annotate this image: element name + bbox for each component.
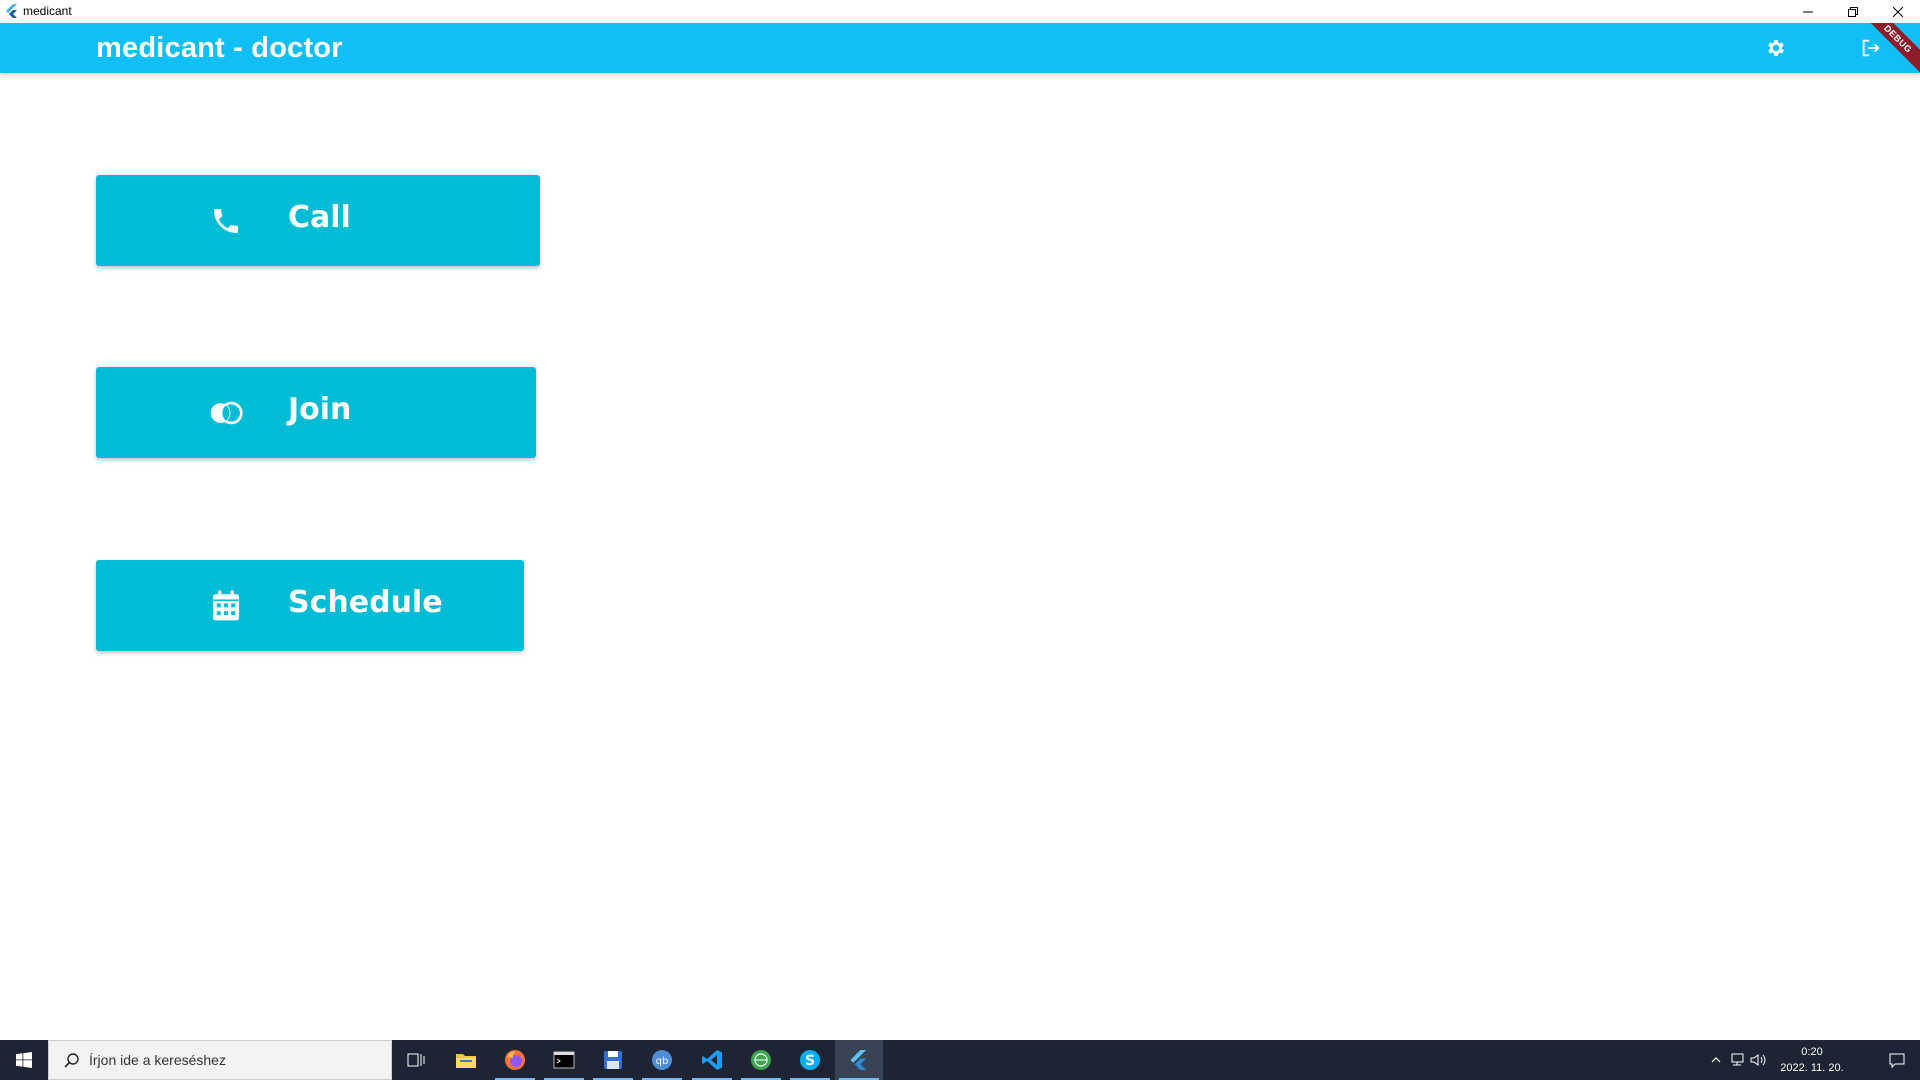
call-button-label: Call <box>288 200 351 235</box>
windows-icon <box>16 1052 32 1068</box>
join-icon <box>208 395 244 431</box>
call-button[interactable]: Call <box>96 175 540 266</box>
schedule-button[interactable]: Schedule <box>96 560 524 651</box>
flutter-icon <box>850 1050 867 1070</box>
logout-icon <box>1862 39 1880 57</box>
taskbar-file-explorer[interactable] <box>442 1040 490 1080</box>
search-icon <box>64 1053 79 1068</box>
gear-icon <box>1768 39 1784 57</box>
taskbar-clock[interactable]: 0:20 2022. 11. 20. <box>1772 1044 1852 1076</box>
floppy-icon <box>604 1051 622 1069</box>
clock-time: 0:20 <box>1801 1046 1823 1058</box>
join-button-label: Join <box>288 392 352 427</box>
svg-text:qb: qb <box>656 1056 669 1067</box>
network-tray-button[interactable] <box>1728 1051 1746 1069</box>
speaker-icon <box>1750 1054 1766 1066</box>
network-icon <box>1731 1053 1744 1066</box>
taskbar-vscode[interactable] <box>688 1040 736 1080</box>
taskbar-skype[interactable]: S <box>786 1040 834 1080</box>
qbittorrent-icon: qb <box>652 1050 672 1070</box>
taskbar-qbittorrent[interactable]: qb <box>638 1040 686 1080</box>
calendar-icon <box>208 588 244 624</box>
window-titlebar: medicant <box>0 0 1920 23</box>
clock-date: 2022. 11. 20. <box>1780 1062 1844 1074</box>
svg-text:S: S <box>805 1053 815 1069</box>
action-center-button[interactable] <box>1888 1051 1906 1069</box>
taskbar-firefox[interactable] <box>491 1040 539 1080</box>
close-button[interactable] <box>1875 0 1920 23</box>
join-button[interactable]: Join <box>96 367 536 458</box>
firefox-icon <box>505 1050 525 1070</box>
taskbar: Írjon ide a kereséshez qb S 0:20 2022. 1… <box>0 1040 1920 1080</box>
start-button[interactable] <box>0 1040 48 1080</box>
terminal-icon <box>553 1051 575 1069</box>
restore-icon <box>1847 6 1858 17</box>
logout-button[interactable] <box>1856 33 1886 63</box>
restore-button[interactable] <box>1830 0 1875 23</box>
search-placeholder: Írjon ide a kereséshez <box>89 1052 226 1068</box>
flutter-app-icon <box>5 4 19 18</box>
close-icon <box>1892 6 1903 17</box>
minimize-button[interactable] <box>1785 0 1830 23</box>
vscode-icon <box>702 1050 722 1070</box>
task-view-icon <box>407 1053 425 1067</box>
schedule-button-label: Schedule <box>288 585 443 620</box>
taskbar-search[interactable]: Írjon ide a kereséshez <box>48 1040 392 1080</box>
window-title: medicant <box>23 4 72 18</box>
notification-icon <box>1889 1053 1905 1068</box>
task-view-button[interactable] <box>392 1040 440 1080</box>
folder-icon <box>456 1054 476 1068</box>
taskbar-save-app[interactable] <box>589 1040 637 1080</box>
taskbar-flutter-app[interactable] <box>835 1040 883 1080</box>
settings-button[interactable] <box>1761 33 1791 63</box>
show-hidden-icons-button[interactable] <box>1707 1051 1725 1069</box>
minimize-icon <box>1802 11 1813 12</box>
page-title: medicant - doctor <box>96 32 343 64</box>
phone-icon <box>208 203 244 239</box>
taskbar-green-app[interactable] <box>737 1040 785 1080</box>
globe-icon <box>751 1050 771 1070</box>
taskbar-terminal[interactable] <box>540 1040 588 1080</box>
chevron-up-icon <box>1711 1057 1721 1063</box>
volume-tray-button[interactable] <box>1749 1051 1767 1069</box>
skype-icon: S <box>800 1050 820 1070</box>
app-bar: medicant - doctor DEBUG <box>0 23 1920 73</box>
